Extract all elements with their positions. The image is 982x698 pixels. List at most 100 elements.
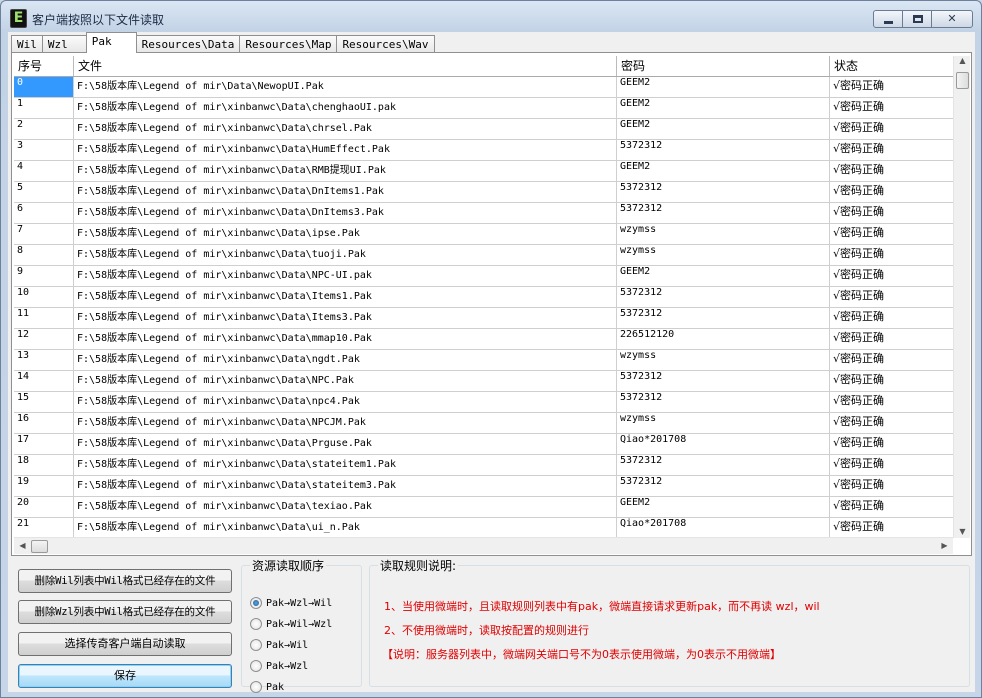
table-row[interactable]: 2 F:\58版本库\Legend of mir\xinbanwc\Data\ch…	[14, 119, 953, 140]
table-row[interactable]: 10 F:\58版本库\Legend of mir\xinbanwc\Data\I…	[14, 287, 953, 308]
cell-index[interactable]: 11	[14, 308, 74, 328]
cell-status[interactable]: √密码正确	[830, 266, 953, 286]
cell-status[interactable]: √密码正确	[830, 434, 953, 454]
cell-file[interactable]: F:\58版本库\Legend of mir\xinbanwc\Data\sta…	[74, 455, 617, 475]
cell-file[interactable]: F:\58版本库\Legend of mir\xinbanwc\Data\sta…	[74, 476, 617, 496]
tab-resources-wav[interactable]: Resources\Wav	[336, 35, 435, 53]
table-row[interactable]: 17 F:\58版本库\Legend of mir\xinbanwc\Data\P…	[14, 434, 953, 455]
cell-status[interactable]: √密码正确	[830, 98, 953, 118]
table-row[interactable]: 0 F:\58版本库\Legend of mir\Data\NewopUI.Pak…	[14, 77, 953, 98]
cell-status[interactable]: √密码正确	[830, 392, 953, 412]
table-row[interactable]: 5 F:\58版本库\Legend of mir\xinbanwc\Data\Dn…	[14, 182, 953, 203]
cell-password[interactable]: Qiao*201708	[617, 434, 830, 454]
cell-index[interactable]: 21	[14, 518, 74, 538]
tab-resources-data[interactable]: Resources\Data	[135, 35, 241, 53]
cell-status[interactable]: √密码正确	[830, 287, 953, 307]
cell-status[interactable]: √密码正确	[830, 182, 953, 202]
cell-index[interactable]: 18	[14, 455, 74, 475]
cell-index[interactable]: 15	[14, 392, 74, 412]
table-row[interactable]: 12 F:\58版本库\Legend of mir\xinbanwc\Data\m…	[14, 329, 953, 350]
cell-index[interactable]: 9	[14, 266, 74, 286]
cell-index[interactable]: 6	[14, 203, 74, 223]
cell-password[interactable]: 5372312	[617, 140, 830, 160]
cell-index[interactable]: 2	[14, 119, 74, 139]
table-row[interactable]: 4 F:\58版本库\Legend of mir\xinbanwc\Data\RM…	[14, 161, 953, 182]
radio-pak[interactable]: Pak	[250, 681, 284, 693]
cell-status[interactable]: √密码正确	[830, 245, 953, 265]
cell-password[interactable]: 5372312	[617, 287, 830, 307]
cell-password[interactable]: 5372312	[617, 392, 830, 412]
cell-status[interactable]: √密码正确	[830, 371, 953, 391]
cell-file[interactable]: F:\58版本库\Legend of mir\xinbanwc\Data\ips…	[74, 224, 617, 244]
scroll-left-icon[interactable]: ◀	[14, 541, 31, 550]
cell-file[interactable]: F:\58版本库\Legend of mir\xinbanwc\Data\mma…	[74, 329, 617, 349]
tab-resources-map[interactable]: Resources\Map	[239, 35, 338, 53]
tab-wzl[interactable]: Wzl	[41, 35, 87, 53]
cell-status[interactable]: √密码正确	[830, 413, 953, 433]
cell-password[interactable]: 226512120	[617, 329, 830, 349]
cell-status[interactable]: √密码正确	[830, 455, 953, 475]
cell-password[interactable]: wzymss	[617, 245, 830, 265]
cell-password[interactable]: 5372312	[617, 308, 830, 328]
table-row[interactable]: 6 F:\58版本库\Legend of mir\xinbanwc\Data\Dn…	[14, 203, 953, 224]
cell-index[interactable]: 0	[14, 77, 74, 97]
table-row[interactable]: 19 F:\58版本库\Legend of mir\xinbanwc\Data\s…	[14, 476, 953, 497]
save-button[interactable]: 保存	[18, 664, 232, 688]
table-row[interactable]: 7 F:\58版本库\Legend of mir\xinbanwc\Data\ip…	[14, 224, 953, 245]
file-grid[interactable]: 序号 文件 密码 状态 0 F:\58版本库\Legend of mir\Data…	[14, 56, 953, 538]
close-button[interactable]: ✕	[931, 10, 973, 28]
table-row[interactable]: 16 F:\58版本库\Legend of mir\xinbanwc\Data\N…	[14, 413, 953, 434]
cell-index[interactable]: 3	[14, 140, 74, 160]
table-row[interactable]: 18 F:\58版本库\Legend of mir\xinbanwc\Data\s…	[14, 455, 953, 476]
maximize-button[interactable]	[902, 10, 932, 28]
cell-status[interactable]: √密码正确	[830, 350, 953, 370]
cell-password[interactable]: 5372312	[617, 203, 830, 223]
table-row[interactable]: 21 F:\58版本库\Legend of mir\xinbanwc\Data\u…	[14, 518, 953, 538]
cell-file[interactable]: F:\58版本库\Legend of mir\xinbanwc\Data\NPC…	[74, 266, 617, 286]
column-header-password[interactable]: 密码	[617, 56, 830, 76]
cell-index[interactable]: 16	[14, 413, 74, 433]
cell-file[interactable]: F:\58版本库\Legend of mir\xinbanwc\Data\chr…	[74, 119, 617, 139]
cell-index[interactable]: 12	[14, 329, 74, 349]
cell-password[interactable]: GEEM2	[617, 77, 830, 97]
cell-password[interactable]: GEEM2	[617, 266, 830, 286]
cell-file[interactable]: F:\58版本库\Legend of mir\xinbanwc\Data\Prg…	[74, 434, 617, 454]
cell-file[interactable]: F:\58版本库\Legend of mir\xinbanwc\Data\NPC…	[74, 371, 617, 391]
scroll-right-icon[interactable]: ▶	[936, 541, 953, 550]
cell-status[interactable]: √密码正确	[830, 476, 953, 496]
delete-wzl-button[interactable]: 删除Wzl列表中Wil格式已经存在的文件	[18, 600, 232, 624]
table-row[interactable]: 14 F:\58版本库\Legend of mir\xinbanwc\Data\N…	[14, 371, 953, 392]
cell-status[interactable]: √密码正确	[830, 518, 953, 538]
cell-password[interactable]: wzymss	[617, 224, 830, 244]
cell-index[interactable]: 7	[14, 224, 74, 244]
cell-status[interactable]: √密码正确	[830, 140, 953, 160]
cell-file[interactable]: F:\58版本库\Legend of mir\xinbanwc\Data\DnI…	[74, 182, 617, 202]
cell-index[interactable]: 17	[14, 434, 74, 454]
table-row[interactable]: 11 F:\58版本库\Legend of mir\xinbanwc\Data\I…	[14, 308, 953, 329]
delete-wil-button[interactable]: 删除Wil列表中Wil格式已经存在的文件	[18, 569, 232, 593]
cell-status[interactable]: √密码正确	[830, 224, 953, 244]
table-row[interactable]: 13 F:\58版本库\Legend of mir\xinbanwc\Data\n…	[14, 350, 953, 371]
cell-status[interactable]: √密码正确	[830, 203, 953, 223]
cell-file[interactable]: F:\58版本库\Legend of mir\xinbanwc\Data\ui_…	[74, 518, 617, 538]
cell-file[interactable]: F:\58版本库\Legend of mir\xinbanwc\Data\tuo…	[74, 245, 617, 265]
table-row[interactable]: 15 F:\58版本库\Legend of mir\xinbanwc\Data\n…	[14, 392, 953, 413]
cell-file[interactable]: F:\58版本库\Legend of mir\xinbanwc\Data\ngd…	[74, 350, 617, 370]
auto-read-button[interactable]: 选择传奇客户端自动读取	[18, 632, 232, 656]
table-row[interactable]: 20 F:\58版本库\Legend of mir\xinbanwc\Data\t…	[14, 497, 953, 518]
cell-password[interactable]: GEEM2	[617, 497, 830, 517]
cell-password[interactable]: 5372312	[617, 371, 830, 391]
cell-status[interactable]: √密码正确	[830, 77, 953, 97]
scroll-down-icon[interactable]: ▼	[954, 527, 971, 536]
cell-index[interactable]: 10	[14, 287, 74, 307]
cell-file[interactable]: F:\58版本库\Legend of mir\xinbanwc\Data\RMB…	[74, 161, 617, 181]
scroll-up-icon[interactable]: ▲	[954, 56, 971, 65]
cell-index[interactable]: 5	[14, 182, 74, 202]
cell-status[interactable]: √密码正确	[830, 329, 953, 349]
cell-file[interactable]: F:\58版本库\Legend of mir\xinbanwc\Data\DnI…	[74, 203, 617, 223]
cell-status[interactable]: √密码正确	[830, 119, 953, 139]
table-row[interactable]: 8 F:\58版本库\Legend of mir\xinbanwc\Data\tu…	[14, 245, 953, 266]
tab-pak[interactable]: Pak	[85, 32, 137, 53]
horizontal-scrollbar[interactable]: ◀ ▶	[14, 537, 953, 554]
minimize-button[interactable]	[873, 10, 903, 28]
